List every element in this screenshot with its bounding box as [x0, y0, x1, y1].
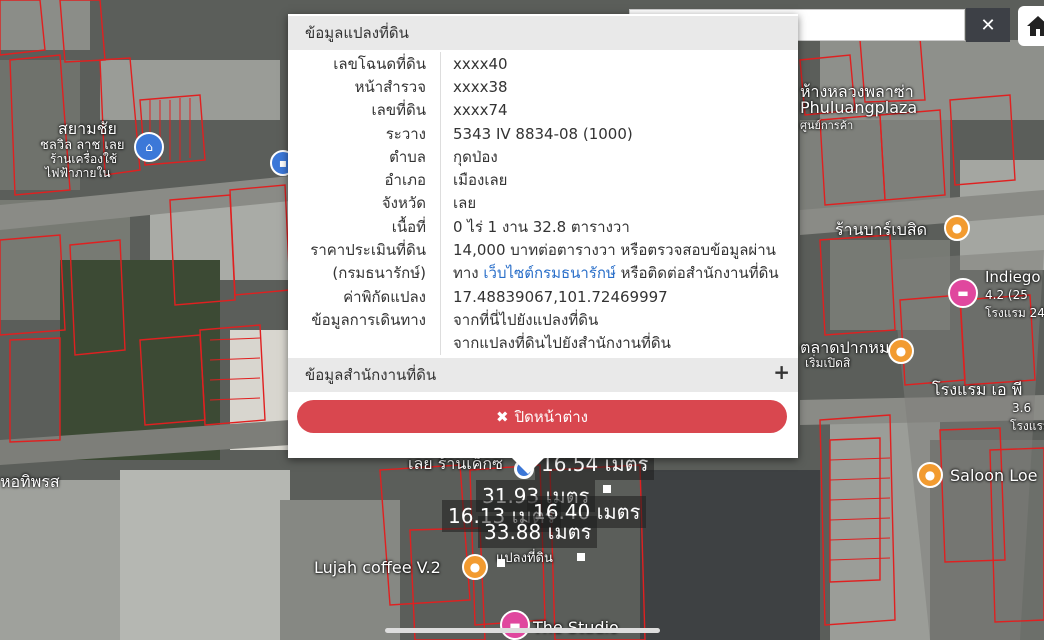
office-section-title: ข้อมูลสำนักงานที่ดิน — [305, 366, 437, 384]
info-row-land-number: เลขที่ดิน xxxx74 — [288, 98, 798, 122]
map-label-hotel: โรงแรม เอ พี — [932, 380, 1023, 399]
market-icon[interactable]: ● — [888, 338, 914, 364]
studio-icon[interactable]: ▬ — [500, 610, 530, 640]
info-row-district: อำเภอ เมืองเลย — [288, 168, 798, 192]
popup-title: ข้อมูลแปลงที่ดิน — [288, 16, 798, 50]
close-icon: ✕ — [980, 14, 996, 36]
parcel-info-popup: ข้อมูลแปลงที่ดิน เลขโฉนดที่ดิน xxxx40 หน… — [288, 14, 798, 458]
map-label-hotel-rating: 3.6 — [1012, 401, 1032, 415]
info-value: เลย — [453, 194, 477, 213]
map-label-pharmacy: หอทิพรส — [0, 472, 60, 491]
info-row-directions-office: จากแปลงที่ดินไปยังสำนักงานที่ดิน — [288, 331, 798, 355]
directions-to-parcel-link[interactable]: จากที่นี่ไปยังแปลงที่ดิน — [441, 308, 598, 332]
info-value: ทาง เว็บไซต์กรมธนารักษ์ หรือติดต่อสำนักง… — [441, 261, 779, 285]
info-value: เมืองเลย — [453, 171, 508, 190]
info-value: กุดป่อง — [453, 147, 498, 166]
home-button[interactable] — [1018, 6, 1044, 46]
coordinates-link[interactable]: 17.48839067,101.72469997 — [441, 288, 668, 306]
map-label-phuluang-en: Phuluangplaza — [800, 98, 918, 117]
vertex-handle-icon[interactable] — [603, 485, 611, 493]
info-row-subdistrict: ตำบล กุดป่อง — [288, 145, 798, 169]
info-row-province: จังหวัด เลย — [288, 191, 798, 216]
info-value: 5343 IV 8834-08 (1000) — [453, 124, 633, 143]
close-window-button[interactable]: ✖ ปิดหน้าต่าง — [297, 400, 787, 433]
info-label: ราคาประเมินที่ดิน — [288, 238, 441, 262]
info-row-coordinates: ค่าพิกัดแปลง 17.48839067,101.72469997 — [288, 284, 798, 309]
info-label: อำเภอ — [288, 168, 441, 192]
measurement-label: 33.88 เมตร — [478, 516, 598, 548]
popup-pointer — [512, 458, 544, 474]
info-label: ระวาง — [288, 121, 441, 146]
info-row-map-sheet: ระวาง 5343 IV 8834-08 (1000) — [288, 121, 798, 146]
map-label-indiego: Indiego — [985, 268, 1041, 286]
expand-plus-icon[interactable]: + — [773, 360, 790, 384]
info-value-text: ทาง — [453, 264, 484, 283]
info-label: จังหวัด — [288, 191, 441, 216]
info-row-area: เนื้อที่ 0 ไร่ 1 งาน 32.8 ตารางวา — [288, 215, 798, 239]
info-row-treasury: (กรมธนารักษ์) ทาง เว็บไซต์กรมธนารักษ์ หร… — [288, 261, 798, 285]
map-label-indiego-type: โรงแรม 24 — [985, 306, 1044, 320]
cafe-icon[interactable]: ● — [462, 554, 488, 580]
info-label: เนื้อที่ — [288, 215, 441, 239]
info-row-appraisal: ราคาประเมินที่ดิน 14,000 บาทต่อตารางวา ห… — [288, 238, 798, 262]
info-value: xxxx74 — [453, 101, 508, 120]
info-label: หน้าสำรวจ — [288, 75, 441, 99]
directions-to-office-link[interactable]: จากแปลงที่ดินไปยังสำนักงานที่ดิน — [441, 331, 671, 355]
info-value: xxxx40 — [453, 54, 508, 73]
map-label-indiego-rating: 4.2 (25 — [985, 288, 1028, 302]
info-label: เลขโฉนดที่ดิน — [288, 52, 441, 76]
info-label: ตำบล — [288, 145, 441, 169]
close-x-icon: ✖ — [496, 407, 509, 426]
info-label: ข้อมูลการเดินทาง — [288, 308, 441, 332]
home-indicator — [385, 628, 660, 633]
map-label-lujah: Lujah coffee V.2 — [314, 558, 441, 577]
info-row-deed: เลขโฉนดที่ดิน xxxx40 — [288, 52, 798, 76]
info-row-survey-page: หน้าสำรวจ xxxx38 — [288, 75, 798, 99]
info-value: 0 ไร่ 1 งาน 32.8 ตารางวา — [453, 217, 630, 236]
info-row-directions: ข้อมูลการเดินทาง จากที่นี่ไปยังแปลงที่ดิ… — [288, 308, 798, 332]
info-label — [288, 331, 441, 355]
map-label-market-sub: เริ่มเปิดสิ — [805, 356, 851, 370]
info-label: (กรมธนารักษ์) — [288, 261, 441, 285]
search-close-button[interactable]: ✕ — [966, 8, 1010, 42]
map-label-saloon: Saloon Loe — [950, 466, 1038, 485]
map-label-cake-shop: ร้านบาร์เบสิด — [835, 220, 928, 239]
info-label: เลขที่ดิน — [288, 98, 441, 122]
info-value-text: หรือติดต่อสำนักงานที่ดิน — [615, 264, 779, 283]
bank-icon[interactable]: ⌂ — [134, 132, 164, 162]
vertex-handle-icon[interactable] — [577, 553, 585, 561]
home-icon — [1027, 16, 1044, 36]
bar-icon[interactable]: ● — [917, 462, 943, 488]
map-label-bank-4: ไฟฟ้าภายใน — [45, 166, 111, 180]
map-label-hotel-type: โรงแรม — [1010, 419, 1044, 433]
info-label: ค่าพิกัดแปลง — [288, 284, 441, 309]
hotel-icon[interactable]: ▬ — [948, 278, 978, 308]
close-window-label: ปิดหน้าต่าง — [514, 407, 588, 426]
map-label-phuluang-sub: ศูนย์การค้า — [800, 119, 854, 132]
info-value: xxxx38 — [453, 77, 508, 96]
treasury-website-link[interactable]: เว็บไซต์กรมธนารักษ์ — [483, 264, 615, 282]
restaurant-icon[interactable]: ● — [944, 215, 970, 241]
parcel-info-table: เลขโฉนดที่ดิน xxxx40 หน้าสำรวจ xxxx38 เล… — [288, 52, 798, 355]
vertex-handle-icon[interactable] — [497, 559, 505, 567]
info-value: 14,000 บาทต่อตารางวา หรือตรวจสอบข้อมูลผ่… — [453, 241, 776, 260]
office-section-header[interactable]: ข้อมูลสำนักงานที่ดิน + — [288, 358, 798, 392]
